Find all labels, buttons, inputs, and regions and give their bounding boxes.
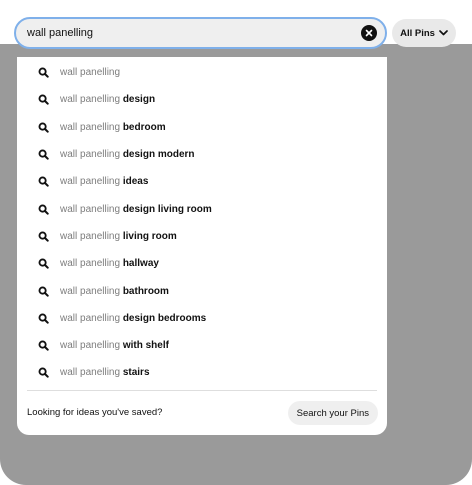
suggestion-text: wall panelling design: [60, 94, 155, 105]
chevron-down-icon: [439, 30, 448, 36]
search-icon: [38, 286, 49, 297]
suggestion-text: wall panelling design living room: [60, 204, 212, 215]
suggestion-item[interactable]: wall panelling hallway: [17, 250, 387, 277]
suggestion-text: wall panelling ideas: [60, 176, 148, 187]
search-icon: [38, 231, 49, 242]
suggestion-item[interactable]: wall panelling ideas: [17, 168, 387, 195]
search-bar[interactable]: wall panelling: [14, 17, 387, 49]
divider: [27, 390, 377, 391]
suggestion-completion: living room: [122, 230, 177, 242]
search-icon: [38, 340, 49, 351]
suggestion-completion: ideas: [122, 176, 149, 188]
suggestion-query-prefix: wall panelling: [60, 367, 121, 379]
suggestion-completion: with shelf: [122, 340, 169, 352]
filter-label: All Pins: [400, 27, 435, 39]
suggestion-query-prefix: wall panelling: [60, 149, 121, 161]
search-input[interactable]: wall panelling: [27, 27, 361, 39]
suggestion-text: wall panelling hallway: [60, 258, 159, 269]
suggestion-item[interactable]: wall panelling design bedrooms: [17, 305, 387, 332]
suggestion-text: wall panelling design bedrooms: [60, 313, 206, 324]
suggestion-item[interactable]: wall panelling with shelf: [17, 332, 387, 359]
suggestion-completion: design modern: [122, 149, 195, 161]
close-icon: [365, 29, 373, 37]
search-icon: [38, 122, 49, 133]
suggestion-completion: design living room: [122, 203, 212, 215]
suggestion-item[interactable]: wall panelling living room: [17, 223, 387, 250]
suggestion-item[interactable]: wall panelling: [17, 59, 387, 86]
clear-search-button[interactable]: [361, 25, 377, 41]
suggestion-query-prefix: wall panelling: [60, 285, 121, 297]
suggestion-text: wall panelling bathroom: [60, 286, 169, 297]
search-your-pins-button[interactable]: Search your Pins: [287, 401, 378, 425]
suggestion-text: wall panelling: [60, 67, 120, 78]
search-icon: [38, 313, 49, 324]
suggestion-completion: bathroom: [122, 285, 169, 297]
suggestion-text: wall panelling with shelf: [60, 340, 169, 351]
search-icon: [38, 149, 49, 160]
suggestion-item[interactable]: wall panelling stairs: [17, 359, 387, 386]
saved-ideas-prompt: Looking for ideas you've saved?: [27, 407, 163, 418]
search-icon: [38, 258, 49, 269]
suggestion-query-prefix: wall panelling: [60, 94, 121, 106]
search-icon: [38, 176, 49, 188]
suggestion-list: wall panelling wall panelling design wall …: [17, 57, 387, 387]
suggestion-query-prefix: wall panelling: [60, 121, 121, 133]
suggestion-completion: hallway: [122, 258, 159, 270]
suggestion-query-prefix: wall panelling: [60, 312, 121, 324]
suggestion-query-prefix: wall panelling: [60, 67, 121, 79]
suggestion-query-prefix: wall panelling: [60, 203, 121, 215]
search-icon: [38, 67, 49, 78]
search-icon: [38, 94, 49, 106]
all-pins-filter-button[interactable]: All Pins: [392, 19, 456, 47]
suggestion-query-prefix: wall panelling: [60, 258, 121, 270]
suggestion-item[interactable]: wall panelling bathroom: [17, 277, 387, 304]
search-suggestions-dropdown: wall panelling wall panelling design wall …: [17, 57, 387, 435]
search-icon: [38, 367, 49, 379]
suggestion-completion: design bedrooms: [122, 312, 207, 324]
suggestion-item[interactable]: wall panelling bedroom: [17, 114, 387, 141]
suggestion-text: wall panelling stairs: [60, 367, 150, 378]
suggestion-completion: design: [122, 94, 156, 106]
suggestion-query-prefix: wall panelling: [60, 340, 121, 352]
suggestion-text: wall panelling living room: [60, 231, 177, 242]
suggestion-item[interactable]: wall panelling design modern: [17, 141, 387, 168]
suggestion-item[interactable]: wall panelling design: [17, 86, 387, 113]
suggestion-query-prefix: wall panelling: [60, 176, 121, 188]
suggestion-completion: bedroom: [122, 121, 166, 133]
suggestion-text: wall panelling design modern: [60, 149, 195, 160]
suggestion-query-prefix: wall panelling: [60, 230, 121, 242]
search-icon: [38, 204, 49, 215]
suggestion-item[interactable]: wall panelling design living room: [17, 195, 387, 222]
suggestion-completion: stairs: [122, 367, 150, 379]
suggestion-text: wall panelling bedroom: [60, 122, 166, 133]
